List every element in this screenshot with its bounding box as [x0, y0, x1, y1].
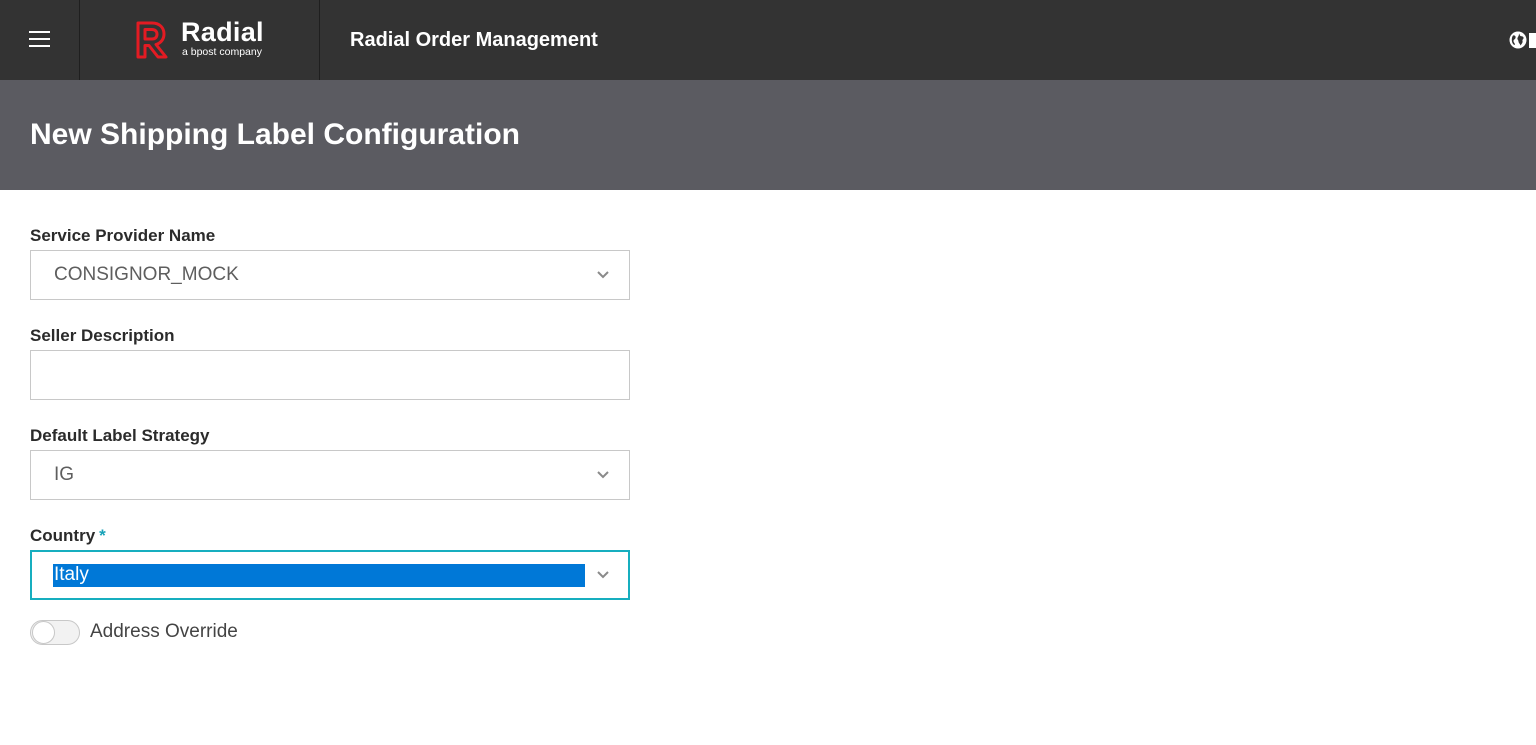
language-menu-label-clipped[interactable] [1529, 33, 1536, 48]
default-label-strategy-select[interactable]: IG [30, 450, 630, 500]
globe-icon[interactable] [1509, 31, 1527, 49]
required-asterisk: * [99, 526, 106, 545]
service-provider-value: CONSIGNOR_MOCK [54, 264, 239, 285]
app-title: Radial Order Management [350, 29, 598, 51]
country-label: Country * [30, 526, 106, 546]
default-label-strategy-value: IG [54, 464, 75, 485]
page-title: New Shipping Label Configuration [30, 118, 520, 151]
brand-name: Radial [181, 17, 264, 47]
toggle-knob [32, 621, 55, 644]
hamburger-menu-icon[interactable] [0, 0, 80, 80]
default-label-strategy-label: Default Label Strategy [30, 426, 210, 445]
chevron-down-icon [597, 271, 609, 279]
address-override-toggle[interactable] [30, 620, 80, 645]
country-label-text: Country [30, 526, 96, 545]
seller-description-input[interactable] [30, 350, 630, 400]
country-select[interactable]: Italy [30, 550, 630, 600]
seller-description-label: Seller Description [30, 326, 175, 345]
chevron-down-icon [597, 471, 609, 479]
radial-logo-icon [136, 21, 168, 59]
address-override-label: Address Override [90, 621, 238, 642]
top-navigation-bar: Radial a bpost company Radial Order Mana… [0, 0, 1536, 80]
chevron-down-icon [597, 571, 609, 579]
service-provider-select[interactable]: CONSIGNOR_MOCK [30, 250, 630, 300]
service-provider-label: Service Provider Name [30, 226, 216, 245]
brand-tagline: a bpost company [182, 46, 262, 58]
brand-logo[interactable]: Radial a bpost company [80, 0, 320, 80]
country-value: Italy [53, 564, 585, 587]
